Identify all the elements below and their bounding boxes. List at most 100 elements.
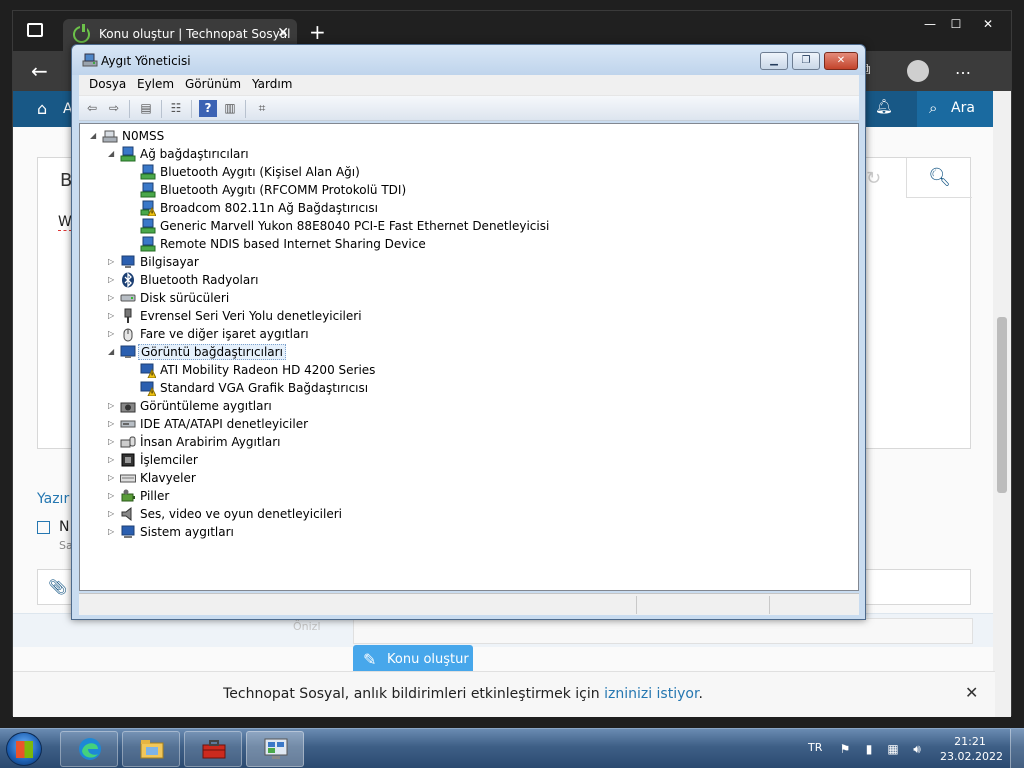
volume-icon[interactable]: 🔊︎ — [910, 742, 924, 756]
tab-actions-icon[interactable] — [27, 23, 43, 37]
expand-arrow-icon[interactable]: ▷ — [108, 419, 116, 429]
profile-avatar[interactable] — [907, 60, 929, 82]
properties-icon[interactable]: ☷ — [167, 100, 185, 117]
tree-category-disk[interactable]: ▷ Disk sürücüleri — [80, 289, 840, 307]
tree-category-label: Disk sürücüleri — [140, 291, 230, 305]
expand-arrow-icon[interactable]: ▷ — [108, 329, 116, 339]
start-button[interactable] — [6, 732, 42, 766]
browser-close-button[interactable]: ✕ — [973, 15, 1003, 33]
bell-icon[interactable]: 🔔︎ — [875, 99, 893, 115]
collapse-arrow-icon[interactable]: ◢ — [108, 347, 116, 357]
expand-arrow-icon[interactable]: ▷ — [108, 509, 116, 519]
tree-category-label: Bluetooth Radyoları — [140, 273, 259, 287]
scroll-thumb[interactable] — [997, 317, 1007, 493]
tree-device[interactable]: Bluetooth Aygıtı (Kişisel Alan Ağı) — [80, 163, 840, 181]
tree-category-imaging[interactable]: ▷ Görüntüleme aygıtları — [80, 397, 840, 415]
tab-close-icon[interactable]: ✕ — [277, 25, 289, 41]
taskbar-explorer[interactable] — [122, 731, 180, 767]
expand-arrow-icon[interactable]: ▷ — [108, 401, 116, 411]
collapse-arrow-icon[interactable]: ◢ — [108, 149, 116, 159]
redo-icon[interactable]: ↻ — [866, 168, 881, 189]
expand-arrow-icon[interactable]: ▷ — [108, 275, 116, 285]
expand-arrow-icon[interactable]: ▷ — [108, 257, 116, 267]
tree-category-sound[interactable]: ▷ Ses, video ve oyun denetleyicileri — [80, 505, 840, 523]
menu-yardim[interactable]: Yardım — [252, 77, 292, 91]
expand-arrow-icon[interactable]: ▷ — [108, 473, 116, 483]
notification-close-button[interactable]: ✕ — [965, 683, 978, 702]
expand-arrow-icon[interactable]: ▷ — [108, 491, 116, 501]
new-tab-button[interactable]: + — [309, 22, 326, 42]
preview-icon[interactable]: 🔍︎ — [906, 158, 972, 198]
show-hide-console-tree-icon[interactable]: ▤ — [137, 100, 155, 117]
tree-category-display[interactable]: ◢ Görüntü bağdaştırıcıları — [80, 343, 840, 361]
editor-body-partial[interactable]: W — [58, 214, 72, 231]
scan-hardware-icon[interactable]: ⌗ — [253, 100, 271, 117]
tree-category-keyboard[interactable]: ▷ Klavyeler — [80, 469, 840, 487]
search-icon: ⌕ — [929, 99, 938, 117]
power-plan-icon[interactable]: ▮ — [862, 742, 876, 756]
notification-link[interactable]: izninizi istiyor — [604, 686, 698, 702]
menu-eylem[interactable]: Eylem — [137, 77, 174, 91]
tree-category-mouse[interactable]: ▷ Fare ve diğer işaret aygıtları — [80, 325, 840, 343]
clock-date[interactable]: 23.02.2022 — [940, 750, 1003, 763]
minimize-button[interactable]: ▁ — [760, 52, 788, 70]
browser-maximize-button[interactable]: ☐ — [941, 15, 971, 33]
display-adapter-icon — [120, 345, 136, 358]
network-icon[interactable]: ▦ — [886, 742, 900, 756]
tree-category-network[interactable]: ◢ Ağ bağdaştırıcıları — [80, 145, 840, 163]
tree-category-computer[interactable]: ▷ Bilgisayar — [80, 253, 840, 271]
expand-arrow-icon[interactable]: ▷ — [108, 455, 116, 465]
forward-arrow-icon[interactable]: ⇨ — [105, 100, 123, 117]
action-pane-icon[interactable]: ▥ — [221, 100, 239, 117]
tree-device-warning[interactable]: Broadcom 802.11n Ağ Bağdaştırıcısı — [80, 199, 840, 217]
expand-arrow-icon[interactable]: ▷ — [108, 527, 116, 537]
help-icon[interactable]: ? — [199, 100, 217, 117]
tree-device[interactable]: Bluetooth Aygıtı (RFCOMM Protokolü TDI) — [80, 181, 840, 199]
tree-category-bluetooth[interactable]: ▷ Bluetooth Radyoları — [80, 271, 840, 289]
device-manager-titlebar[interactable]: Aygıt Yöneticisi ▁ ❐ ✕ — [72, 45, 865, 75]
clock-time[interactable]: 21:21 — [944, 735, 996, 748]
notification-permission-bar: Technopat Sosyal, anlık bildirimleri etk… — [13, 671, 995, 717]
tree-root[interactable]: ◢ N0MSS — [80, 127, 840, 145]
home-icon[interactable]: ⌂ — [37, 99, 47, 118]
tree-category-system[interactable]: ▷ Sistem aygıtları — [80, 523, 840, 541]
device-tree[interactable]: ◢ N0MSS ◢ Ağ bağdaştırıcıları Bluetooth … — [79, 123, 859, 591]
taskbar-device-manager[interactable] — [246, 731, 304, 767]
back-arrow-icon[interactable]: ⇦ — [83, 100, 101, 117]
tree-category-hid[interactable]: ▷ İnsan Arabirim Aygıtları — [80, 433, 840, 451]
tree-device[interactable]: Generic Marvell Yukon 88E8040 PCI-E Fast… — [80, 217, 840, 235]
more-menu-button[interactable]: … — [955, 59, 971, 78]
tree-category-ide[interactable]: ▷ IDE ATA/ATAPI denetleyiciler — [80, 415, 840, 433]
checkbox[interactable] — [37, 521, 50, 534]
menu-gorunum[interactable]: Görünüm — [185, 77, 241, 91]
expand-arrow-icon[interactable]: ▷ — [108, 293, 116, 303]
menu-dosya[interactable]: Dosya — [89, 77, 126, 91]
paperclip-icon[interactable]: 📎︎ — [48, 578, 67, 596]
action-center-icon[interactable]: ⚑ — [838, 742, 852, 756]
tree-category-cpu[interactable]: ▷ İşlemciler — [80, 451, 840, 469]
tree-device[interactable]: Remote NDIS based Internet Sharing Devic… — [80, 235, 840, 253]
expand-arrow-icon[interactable]: ▷ — [108, 311, 116, 321]
collapse-arrow-icon[interactable]: ◢ — [90, 131, 98, 141]
tree-device-label: ATI Mobility Radeon HD 4200 Series — [160, 363, 376, 377]
device-manager-icon — [264, 738, 288, 759]
tree-device-label: Standard VGA Grafik Bağdaştırıcısı — [160, 381, 369, 395]
toolbar: ⇦ ⇨ ▤ ☷ ? ▥ ⌗ — [79, 95, 859, 121]
tree-category-battery[interactable]: ▷ Piller — [80, 487, 840, 505]
back-button[interactable]: ← — [31, 59, 48, 83]
tree-device-warning[interactable]: ATI Mobility Radeon HD 4200 Series — [80, 361, 840, 379]
page-scrollbar[interactable] — [993, 91, 1011, 717]
tree-device-warning[interactable]: Standard VGA Grafik Bağdaştırıcısı — [80, 379, 840, 397]
edge-icon — [79, 738, 101, 760]
search-button[interactable]: ⌕ Ara — [917, 91, 995, 127]
show-desktop-button[interactable] — [1010, 729, 1024, 768]
tree-category-usb[interactable]: ▷ Evrensel Seri Veri Yolu denetleyiciler… — [80, 307, 840, 325]
taskbar-toolbox[interactable] — [184, 731, 242, 767]
close-button[interactable]: ✕ — [824, 52, 858, 70]
language-indicator[interactable]: TR — [808, 741, 822, 754]
taskbar-edge[interactable] — [60, 731, 118, 767]
maximize-button[interactable]: ❐ — [792, 52, 820, 70]
network-adapter-icon — [140, 182, 156, 198]
tree-category-label: Fare ve diğer işaret aygıtları — [140, 327, 309, 341]
expand-arrow-icon[interactable]: ▷ — [108, 437, 116, 447]
